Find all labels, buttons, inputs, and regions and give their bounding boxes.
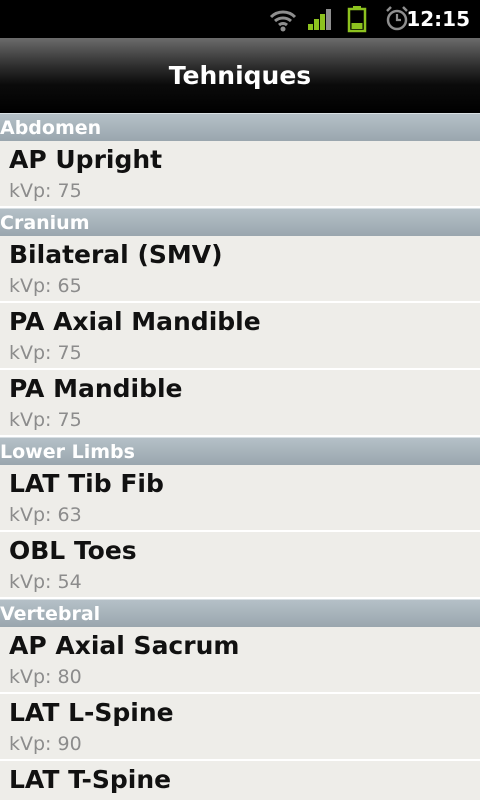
- item-title: LAT T-Spine: [9, 765, 172, 794]
- item-title: OBL Toes: [9, 536, 137, 565]
- item-title: PA Mandible: [9, 374, 183, 403]
- item-kvp: kVp: 54: [9, 571, 82, 593]
- item-title: Bilateral (SMV): [9, 240, 223, 269]
- list-item[interactable]: OBL Toes kVp: 54: [0, 532, 480, 599]
- list-item[interactable]: AP Axial Sacrum kVp: 80: [0, 627, 480, 694]
- item-title: PA Axial Mandible: [9, 307, 261, 336]
- item-kvp: kVp: 63: [9, 504, 82, 526]
- battery-icon: [347, 6, 367, 33]
- item-title: LAT L-Spine: [9, 698, 174, 727]
- item-title: LAT Tib Fib: [9, 469, 164, 498]
- list-item[interactable]: LAT T-Spine: [0, 761, 480, 800]
- list-item[interactable]: AP Upright kVp: 75: [0, 141, 480, 208]
- list-item[interactable]: PA Axial Mandible kVp: 75: [0, 303, 480, 370]
- status-bar: 12:15: [0, 0, 480, 38]
- item-kvp: kVp: 80: [9, 666, 82, 688]
- item-kvp: kVp: 75: [9, 409, 82, 431]
- page-title: Tehniques: [0, 38, 480, 113]
- item-kvp: kVp: 65: [9, 275, 82, 297]
- item-title: AP Axial Sacrum: [9, 631, 240, 660]
- section-header-cranium: Cranium: [0, 208, 480, 236]
- item-title: AP Upright: [9, 145, 163, 174]
- list-item[interactable]: LAT L-Spine kVp: 90: [0, 694, 480, 761]
- list-item[interactable]: PA Mandible kVp: 75: [0, 370, 480, 437]
- item-kvp: kVp: 75: [9, 180, 82, 202]
- item-kvp: kVp: 75: [9, 342, 82, 364]
- section-header-abdomen: Abdomen: [0, 113, 480, 141]
- item-kvp: kVp: 90: [9, 733, 82, 755]
- signal-icon: [308, 9, 331, 30]
- list-item[interactable]: LAT Tib Fib kVp: 63: [0, 465, 480, 532]
- section-header-lower-limbs: Lower Limbs: [0, 437, 480, 465]
- clock-time: 12:15: [406, 7, 470, 31]
- list-item[interactable]: Bilateral (SMV) kVp: 65: [0, 236, 480, 303]
- section-header-vertebral: Vertebral: [0, 599, 480, 627]
- techniques-list[interactable]: Abdomen AP Upright kVp: 75 Cranium Bilat…: [0, 113, 480, 800]
- wifi-icon: [269, 10, 297, 32]
